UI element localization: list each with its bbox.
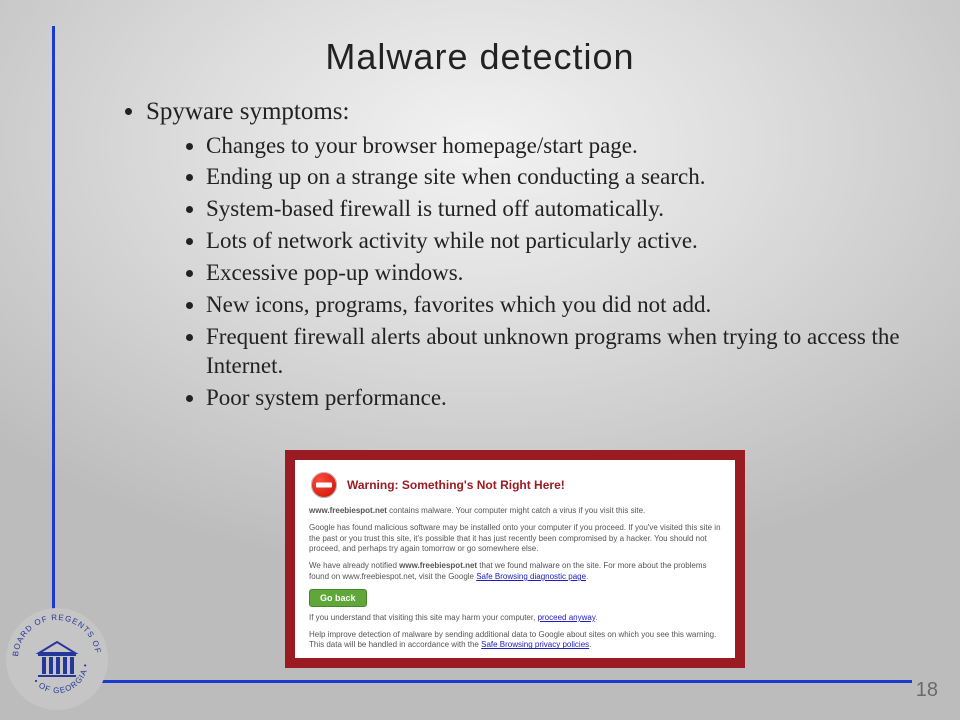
slide-title: Malware detection	[0, 36, 960, 78]
warning-title: Warning: Something's Not Right Here!	[347, 478, 565, 492]
warning-domain2: www.freebiespot.net	[399, 561, 477, 570]
building-icon	[38, 642, 76, 676]
svg-text:BOARD OF REGENTS OF THE UNIVER: BOARD OF REGENTS OF THE UNIVERSITY SYSTE…	[6, 608, 103, 658]
warning-domain: www.freebiespot.net	[309, 506, 387, 515]
university-system-seal: BOARD OF REGENTS OF THE UNIVERSITY SYSTE…	[6, 608, 108, 710]
stop-icon	[309, 470, 339, 500]
heading-text: Spyware symptoms:	[146, 98, 349, 125]
symptom-list: Changes to your browser homepage/start p…	[146, 132, 910, 417]
svg-text:• OF GEORGIA •: • OF GEORGIA •	[32, 663, 90, 695]
go-back-button[interactable]: Go back	[309, 589, 367, 607]
list-item: Frequent firewall alerts about unknown p…	[206, 323, 910, 384]
list-item: Poor system performance.	[206, 384, 910, 416]
list-item: Excessive pop-up windows.	[206, 259, 910, 291]
seal-bottom-text: • OF GEORGIA •	[32, 663, 90, 695]
bullet-heading: Spyware symptoms: Changes to your browse…	[146, 96, 910, 416]
warning-para2: Google has found malicious software may …	[309, 523, 721, 555]
seal-top-text: BOARD OF REGENTS OF THE UNIVERSITY SYSTE…	[6, 608, 103, 658]
accent-horizontal-line	[52, 680, 912, 683]
warning-line1: contains malware. Your computer might ca…	[387, 506, 645, 515]
list-item: System-based firewall is turned off auto…	[206, 195, 910, 227]
diagnostic-link[interactable]: Safe Browsing diagnostic page	[476, 572, 586, 581]
list-item: Changes to your browser homepage/start p…	[206, 132, 910, 164]
list-item: New icons, programs, favorites which you…	[206, 291, 910, 323]
proceed-anyway-link[interactable]: proceed anyway	[538, 613, 596, 622]
list-item: Lots of network activity while not parti…	[206, 227, 910, 259]
slide-content: Spyware symptoms: Changes to your browse…	[120, 96, 910, 416]
browser-warning-body: Warning: Something's Not Right Here! www…	[295, 460, 735, 658]
slide: Malware detection Spyware symptoms: Chan…	[0, 0, 960, 720]
page-number: 18	[916, 679, 938, 702]
privacy-link[interactable]: Safe Browsing privacy policies	[481, 640, 589, 649]
accent-vertical-line	[52, 26, 55, 681]
list-item: Ending up on a strange site when conduct…	[206, 163, 910, 195]
proceed-text: If you understand that visiting this sit…	[309, 613, 538, 622]
browser-warning-card: Warning: Something's Not Right Here! www…	[285, 450, 745, 668]
warning-para3a: We have already notified	[309, 561, 399, 570]
